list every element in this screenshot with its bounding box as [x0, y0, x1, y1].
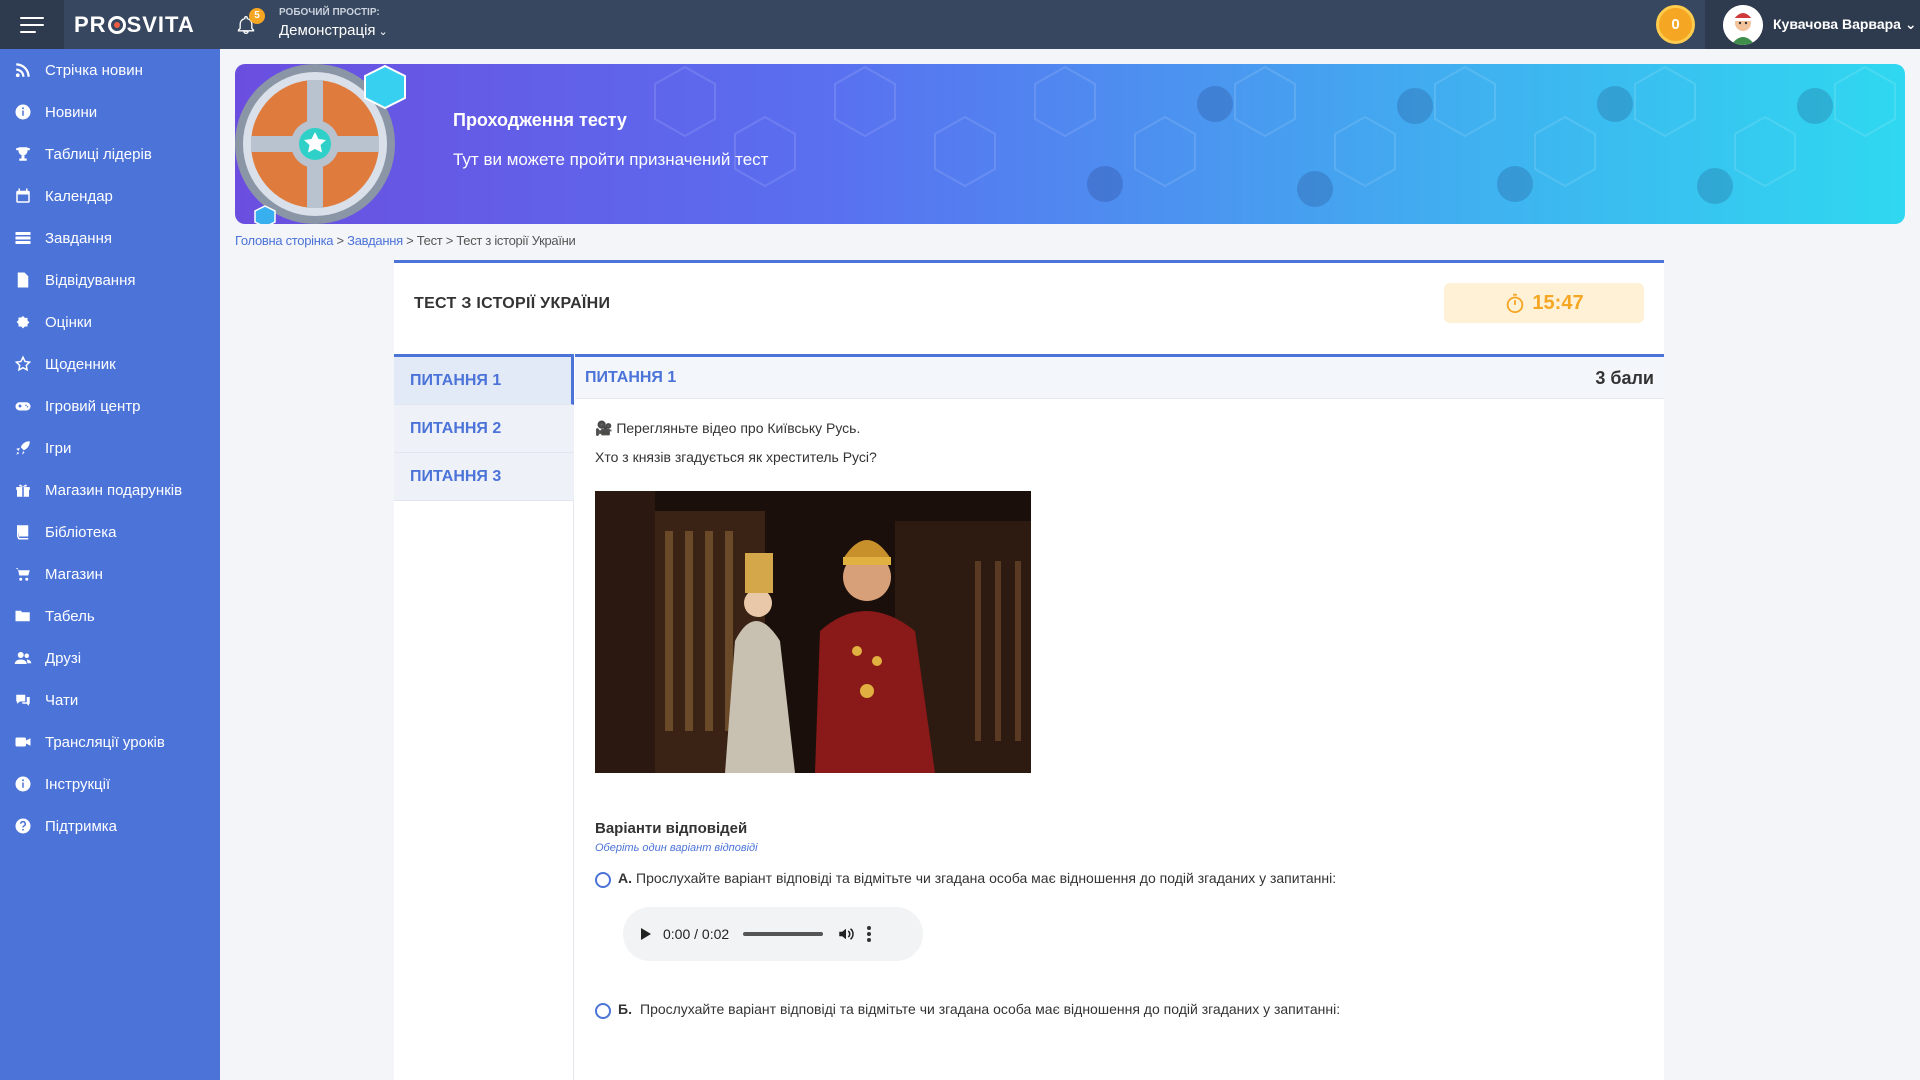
cart-icon [13, 564, 33, 584]
rocket-icon [13, 438, 33, 458]
question-panel: ПИТАННЯ 1 3 бали 🎥 Перегляньте відео про… [575, 354, 1664, 1080]
question-tab-3[interactable]: ПИТАННЯ 3 [394, 453, 574, 501]
user-menu[interactable]: Кувачова Варвара ⌄ [1705, 0, 1920, 49]
trophy-icon [13, 144, 33, 164]
folder-icon [13, 606, 33, 626]
sidebar-item-leaderboards[interactable]: Таблиці лідерів [0, 133, 220, 175]
question-score: 3 бали [1595, 368, 1654, 388]
calendar-icon [13, 186, 33, 206]
sidebar-item-diary[interactable]: Щоденник [0, 343, 220, 385]
sidebar-item-instructions[interactable]: Інструкції [0, 763, 220, 805]
rss-icon [13, 60, 33, 80]
answers-hint: Оберіть один варіант відповіді [595, 842, 758, 854]
sidebar-item-grades[interactable]: Оцінки [0, 301, 220, 343]
user-name: Кувачова Варвара ⌄ [1773, 16, 1917, 32]
question-nav: ПИТАННЯ 1 ПИТАННЯ 2 ПИТАННЯ 3 [394, 354, 574, 1080]
answer-b-text: Прослухайте варіант відповіді та відміть… [640, 1001, 1341, 1017]
gift-icon [13, 480, 33, 500]
avatar [1723, 5, 1763, 45]
info-icon [13, 774, 33, 794]
test-card: ТЕСТ З ІСТОРІЇ УКРАЇНИ 15:47 ПИТАННЯ 1 П… [394, 260, 1664, 1080]
question-instruction: 🎥 Перегляньте відео про Київську Русь. [595, 420, 861, 436]
sidebar-item-news-feed[interactable]: Стрічка новин [0, 49, 220, 91]
hamburger-icon [20, 16, 44, 33]
question-header: ПИТАННЯ 1 3 бали [575, 354, 1664, 399]
question-title: ПИТАННЯ 1 [585, 369, 677, 386]
users-icon [13, 648, 33, 668]
sidebar-item-games[interactable]: Ігри [0, 427, 220, 469]
stopwatch-icon [1507, 293, 1524, 314]
audio-time: 0:00 / 0:02 [663, 926, 730, 942]
top-bar: PR SVITA 5 РОБОЧИЙ ПРОСТІР: Демонстрація ⌄… [0, 0, 1920, 49]
main-content: Проходження тесту Тут ви можете пройти п… [220, 49, 1920, 1080]
info-icon [13, 102, 33, 122]
notification-badge: 5 [249, 8, 265, 24]
sidebar-item-lesson-streams[interactable]: Трансляції уроків [0, 721, 220, 763]
answers-title: Варіанти відповідей [595, 820, 748, 837]
workspace-value: Демонстрація [279, 22, 376, 39]
breadcrumb-current: > Тест > Тест з історії України [402, 233, 576, 248]
sidebar-item-shop[interactable]: Магазин [0, 553, 220, 595]
gamepad-icon [13, 396, 33, 416]
more-options-icon[interactable] [867, 926, 872, 942]
banner-title: Проходження тесту [453, 110, 627, 130]
question-text: Хто з князів згадується як хреститель Ру… [595, 449, 877, 465]
play-icon[interactable] [641, 928, 651, 940]
menu-button[interactable] [0, 0, 64, 49]
sidebar-item-news[interactable]: Новини [0, 91, 220, 133]
badge-icon [13, 312, 33, 332]
breadcrumb-tasks-link[interactable]: Завдання [347, 233, 403, 248]
volume-icon[interactable] [837, 925, 855, 943]
breadcrumb: Головна сторінка > Завдання > Тест > Тес… [235, 233, 576, 248]
sidebar-item-chats[interactable]: Чати [0, 679, 220, 721]
answer-b-radio[interactable] [595, 1003, 611, 1019]
chevron-down-icon: ⌄ [378, 26, 388, 38]
workspace-select[interactable]: Демонстрація ⌄ [279, 22, 388, 39]
sidebar-item-attendance[interactable]: Відвідування [0, 259, 220, 301]
answer-b-letter: Б. [618, 1001, 632, 1017]
answer-a-radio[interactable] [595, 872, 611, 888]
logo[interactable]: PR SVITA [74, 12, 195, 38]
sidebar-item-report-card[interactable]: Табель [0, 595, 220, 637]
test-timer: 15:47 [1444, 283, 1644, 323]
sidebar-item-game-center[interactable]: Ігровий центр [0, 385, 220, 427]
question-video[interactable] [595, 491, 1031, 773]
breadcrumb-home-link[interactable]: Головна сторінка [235, 233, 334, 248]
sidebar-item-gift-shop[interactable]: Магазин подарунків [0, 469, 220, 511]
video-frame [595, 491, 1031, 773]
document-icon [13, 270, 33, 290]
sidebar-item-calendar[interactable]: Календар [0, 175, 220, 217]
video-icon [13, 732, 33, 752]
sidebar-item-friends[interactable]: Друзі [0, 637, 220, 679]
audio-progress-track[interactable] [743, 932, 824, 936]
chevron-down-icon: ⌄ [1904, 16, 1917, 32]
test-title: ТЕСТ З ІСТОРІЇ УКРАЇНИ [414, 295, 611, 312]
question-tab-2[interactable]: ПИТАННЯ 2 [394, 405, 574, 453]
sidebar-item-support[interactable]: Підтримка [0, 805, 220, 847]
workspace-label: РОБОЧИЙ ПРОСТІР: [279, 7, 380, 18]
sidebar-item-library[interactable]: Бібліотека [0, 511, 220, 553]
answer-a-letter: А. [618, 870, 632, 886]
tasks-icon [13, 228, 33, 248]
shield-icon [235, 64, 406, 224]
banner-subtitle: Тут ви можете пройти призначений тест [453, 150, 769, 169]
chat-icon [13, 690, 33, 710]
book-icon [13, 522, 33, 542]
answer-a-audio-player[interactable]: 0:00 / 0:02 [623, 907, 923, 961]
banner-pattern [654, 65, 1896, 207]
answer-a-text: Прослухайте варіант відповіді та відміть… [636, 870, 1337, 886]
help-icon [13, 816, 33, 836]
page-banner: Проходження тесту Тут ви можете пройти п… [235, 64, 1905, 224]
sidebar: Стрічка новин Новини Таблиці лідерів Кал… [0, 49, 220, 1080]
question-tab-1[interactable]: ПИТАННЯ 1 [394, 357, 574, 405]
sidebar-item-tasks[interactable]: Завдання [0, 217, 220, 259]
timer-value: 15:47 [1532, 291, 1584, 314]
star-icon [13, 354, 33, 374]
coin-counter[interactable]: 0 [1656, 5, 1695, 44]
